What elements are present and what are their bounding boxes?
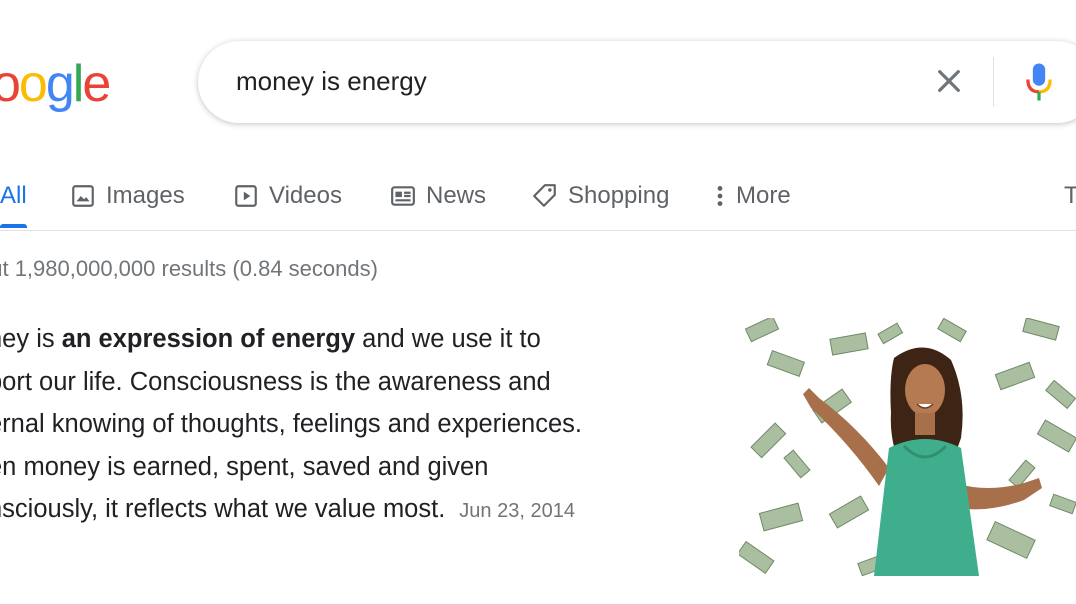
tab-tools[interactable]: T — [1064, 174, 1076, 218]
snippet-line: port our life. Consciousness is the awar… — [0, 367, 551, 396]
tab-all[interactable]: All — [0, 174, 27, 218]
snippet-line: nsciously, it reflects what we value mos… — [0, 488, 678, 533]
search-tabs: All Images Videos News Shopping More T — [0, 170, 1076, 230]
tab-label: All — [0, 182, 27, 209]
snippet-highlight: an expression of energy — [61, 325, 356, 353]
logo-letter: o — [18, 55, 48, 113]
logo-letter: e — [82, 55, 111, 113]
result-stats: out 1,980,000,000 results (0.84 seconds) — [0, 256, 378, 281]
play-icon — [235, 185, 257, 207]
tab-label: Shopping — [568, 182, 670, 209]
close-icon[interactable] — [933, 65, 965, 97]
snippet-line: en money is earned, spent, saved and giv… — [0, 452, 489, 481]
logo-letter: o — [0, 55, 21, 113]
google-logo[interactable]: oogle — [0, 54, 111, 114]
tag-icon — [533, 184, 556, 207]
featured-snippet: ney is an expression of energy and we us… — [0, 318, 678, 533]
more-vert-icon — [717, 186, 723, 206]
logo-letter: l — [72, 55, 84, 113]
woman-with-money-illustration — [739, 318, 1076, 576]
tab-news[interactable]: News — [390, 174, 486, 218]
search-input[interactable] — [234, 65, 878, 98]
snippet-text: ney is — [0, 325, 55, 353]
search-box[interactable] — [198, 41, 1076, 123]
tab-label: T — [1064, 182, 1076, 209]
tab-label: Videos — [269, 182, 342, 209]
tab-label: Images — [106, 182, 185, 209]
featured-image[interactable] — [739, 318, 1076, 576]
tab-label: More — [736, 182, 791, 209]
snippet-line: ernal knowing of thoughts, feelings and … — [0, 410, 582, 439]
tab-more[interactable]: More — [712, 174, 791, 218]
tab-shopping[interactable]: Shopping — [532, 174, 669, 218]
newspaper-icon — [391, 186, 415, 206]
search-divider — [993, 57, 994, 107]
snippet-text: and we use it to — [355, 325, 541, 353]
snippet-text: nsciously, it reflects what we value mos… — [0, 495, 446, 524]
tab-images[interactable]: Images — [70, 174, 185, 218]
microphone-icon[interactable] — [1024, 61, 1054, 103]
tabs-border — [0, 230, 1076, 231]
tab-videos[interactable]: Videos — [233, 174, 342, 218]
tab-label: News — [426, 182, 487, 209]
snippet-date: Jun 23, 2014 — [459, 500, 575, 523]
snippet-line: ney is an expression of energy and we us… — [0, 318, 678, 361]
image-icon — [72, 185, 94, 207]
logo-letter: g — [45, 55, 75, 113]
active-tab-indicator — [0, 224, 27, 228]
